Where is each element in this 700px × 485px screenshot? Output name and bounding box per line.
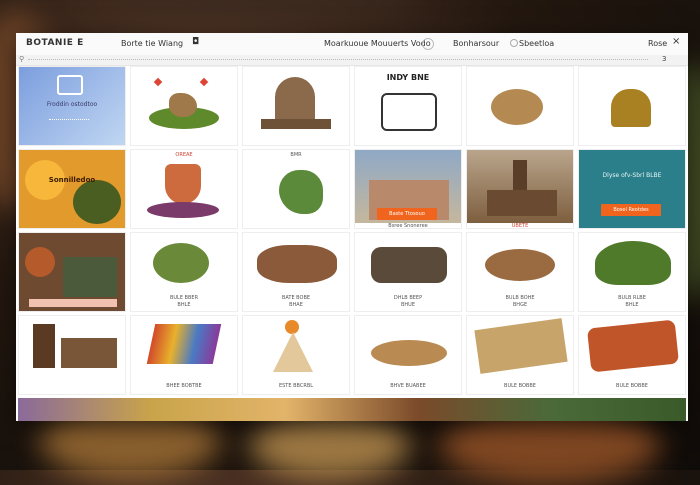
tile-22[interactable]: BULE BOBBE [466,315,574,395]
tile-20[interactable]: ESTE BBCRBL [242,315,350,395]
top-navigation: BOTANIE E Borte tie Wiang ◘ Moarkuoue Mo… [16,33,688,56]
search-icon[interactable]: ⚲ [19,55,24,63]
tile-18[interactable] [18,315,126,395]
bike-sketch [381,93,437,131]
tile-caption-2: BHLE [177,302,191,308]
nav-link-center[interactable]: Moarkuoue Mouuerts Vodo [324,39,431,48]
tile-caption: BMR [290,152,302,158]
tile-23[interactable]: BULE BOBBE [578,315,686,395]
hut-shape [63,257,117,297]
platter-shape [474,318,568,374]
tile-heading: INDY BNE [386,73,430,82]
tile-caption-2: BHUE [400,302,415,308]
leaf-shape [73,180,121,224]
temple-base [261,119,331,129]
tile-6[interactable]: Sonnilledoo [18,149,126,229]
tile-5[interactable] [578,66,686,146]
tile-11[interactable]: Dlyse ofv-Sbrl BLBE Bosel Reotdes [578,149,686,229]
tile-caption: BULB BOHE [505,295,535,301]
nav-link-right-2[interactable]: Sbeetloa [519,39,554,48]
camera-icon[interactable]: ◘ [192,37,199,47]
tile-caption: BULE BOBBE [504,383,536,389]
pink-strip [29,299,117,307]
bean-pile [485,249,555,281]
dish-shape [586,319,680,373]
screen-icon [57,75,83,95]
tile-caption: UBETE [467,223,573,228]
chest-shape [61,338,117,368]
tile-9[interactable]: Baste Ttosouo Bsree Snoneree [354,149,462,229]
nav-link-left[interactable]: Borte tie Wiang [121,39,183,48]
shop-button[interactable]: Baste Ttosouo [377,208,437,220]
tile-0[interactable]: Froddin ostodtoo [18,66,126,146]
tile-10[interactable]: UBETE [466,149,574,229]
boot-shape [33,324,55,368]
tile-21[interactable]: BHVE BUABEE [354,315,462,395]
tile-caption: OREAE [175,152,193,158]
page-count: 3 [662,55,667,63]
tile-caption: BULE BBER [169,295,199,301]
product-grid: Froddin ostodtoo INDY BNE Sonnilledoo OR… [18,66,686,421]
tassel-shape [273,332,313,372]
decor-dots [49,119,89,130]
tile-19[interactable]: BHEE BOBTBE [130,315,238,395]
tile-heading: Froddin ostodtoo [46,101,98,108]
radio-icon[interactable] [510,39,518,47]
root-shape [169,93,197,117]
spice-dot [153,77,163,87]
tile-caption: DHLB BEEP [393,295,423,301]
squash-shape [153,243,209,283]
brand-logo[interactable]: BOTANIE E [26,38,84,48]
user-menu[interactable]: Rose [648,39,667,48]
nut-pile [257,245,337,283]
close-icon[interactable]: × [672,36,680,47]
herb-bush [595,241,671,285]
spice-dot [199,77,209,87]
tile-caption: Bsree Snoneree [355,223,461,228]
tile-16[interactable]: BULB BOHE BHGE [466,232,574,312]
tile-3[interactable]: INDY BNE [354,66,462,146]
tile-14[interactable]: BATE BOBE BHAE [242,232,350,312]
spice-bowl [25,247,55,277]
tile-8[interactable]: BMR [242,149,350,229]
tile-caption-2: BHLE [625,302,639,308]
tile-heading: Dlyse ofv-Sbrl BLBE [602,172,662,179]
tile-caption: BHVE BUABEE [390,383,426,389]
tile-2[interactable] [242,66,350,146]
bell-shape [611,89,651,127]
tile-caption: BATE BOBE [281,295,311,301]
promo-button[interactable]: Bosel Reotdes [601,204,661,216]
mushroom-pile [371,247,447,283]
tile-17[interactable]: BULB RLBE BHLE [578,232,686,312]
tile-7[interactable]: OREAE [130,149,238,229]
fabric-shape [146,324,222,364]
cabbage-shape [279,170,323,214]
tile-caption: BULE BOBBE [616,383,648,389]
tile-15[interactable]: DHLB BEEP BHUE [354,232,462,312]
pot-shape [165,164,201,204]
onion-pile [147,202,219,218]
tile-caption: ESTE BBCRBL [278,383,314,389]
next-row-preview [18,398,686,421]
tile-1[interactable] [130,66,238,146]
divider-line [28,59,648,60]
tile-caption: BULB RLBE [618,295,646,301]
tile-13[interactable]: BULE BBER BHLE [130,232,238,312]
browser-window: BOTANIE E Borte tie Wiang ◘ Moarkuoue Mo… [16,33,688,421]
tile-4[interactable] [466,66,574,146]
seed-pile [371,340,447,366]
circle-toggle-icon[interactable] [422,38,434,50]
tile-12[interactable] [18,232,126,312]
gourd-shape [491,89,543,125]
tile-heading: Sonnilledoo [48,176,96,184]
tile-caption: BHEE BOBTBE [166,383,202,389]
nav-link-right-1[interactable]: Bonharsour [453,39,499,48]
filter-bar: ⚲ 3 [16,55,688,66]
tile-caption-2: BHGE [512,302,528,308]
tile-caption-2: BHAE [289,302,303,308]
city-shape [487,190,557,216]
